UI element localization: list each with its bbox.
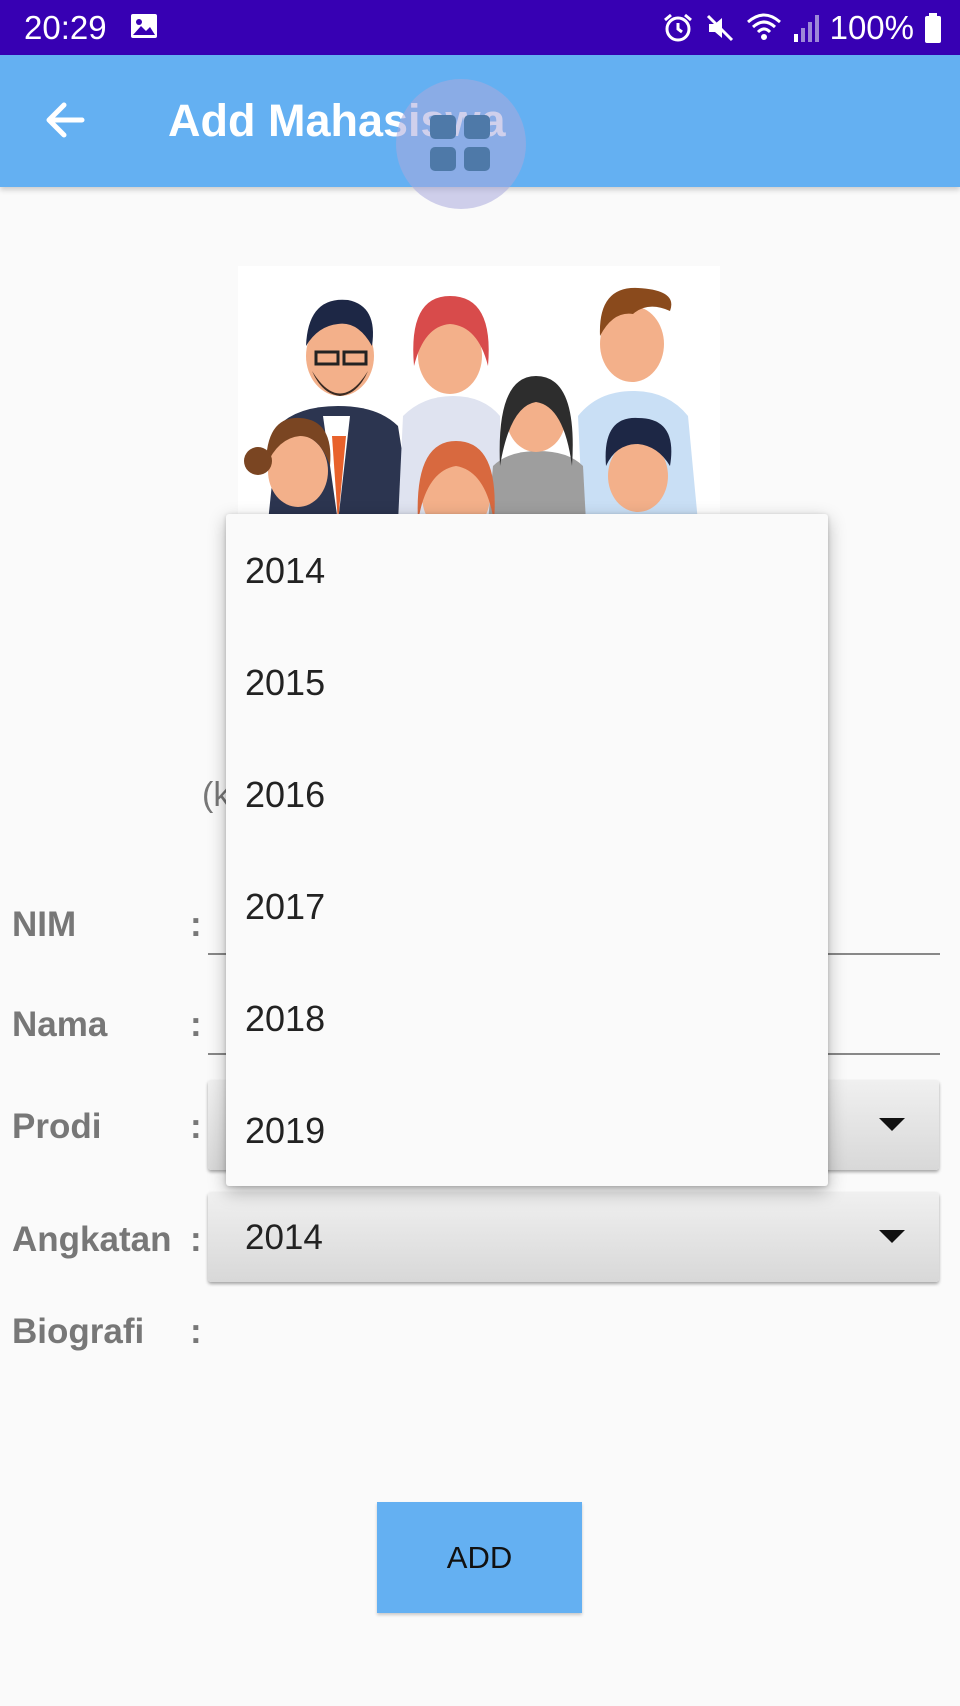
battery-icon [925, 13, 941, 43]
back-arrow-icon[interactable] [38, 93, 92, 147]
status-time: 20:29 [24, 9, 107, 46]
prodi-colon: : [190, 1107, 202, 1146]
nim-label: NIM [12, 905, 77, 944]
angkatan-colon: : [190, 1220, 202, 1259]
alarm-icon [663, 13, 692, 42]
nama-colon: : [190, 1005, 202, 1044]
angkatan-label: Angkatan [12, 1220, 172, 1259]
dropdown-option[interactable]: 2018 [226, 962, 828, 1074]
angkatan-spinner[interactable]: 2014 [208, 1192, 939, 1282]
gallery-icon [131, 14, 157, 38]
mute-icon [706, 14, 733, 42]
app-bar: Add Mahasiswa [0, 55, 960, 209]
status-bar: 20:29 100% [0, 0, 960, 55]
dropdown-option[interactable]: 2015 [226, 626, 828, 738]
wifi-icon [746, 13, 781, 40]
nama-label: Nama [12, 1005, 108, 1044]
prodi-label: Prodi [12, 1107, 102, 1146]
dropdown-option[interactable]: 2016 [226, 738, 828, 850]
nim-colon: : [190, 905, 202, 944]
status-icons: 100% [662, 8, 942, 48]
biografi-label: Biografi [12, 1312, 145, 1351]
angkatan-dropdown-popup: 2014 2015 2016 2017 2018 2019 [226, 514, 828, 1186]
add-button[interactable]: ADD [377, 1502, 582, 1613]
grid-icon [430, 115, 490, 171]
dropdown-arrow-icon [879, 1118, 905, 1131]
dropdown-option[interactable]: 2017 [226, 850, 828, 962]
dropdown-option[interactable]: 2014 [226, 514, 828, 626]
students-illustration [238, 266, 720, 522]
biografi-colon: : [190, 1312, 202, 1351]
floating-assistant-button[interactable] [396, 79, 526, 209]
signal-icon [793, 15, 819, 42]
dropdown-option[interactable]: 2019 [226, 1074, 828, 1186]
dropdown-arrow-icon [879, 1230, 905, 1243]
angkatan-selected-value: 2014 [245, 1218, 323, 1257]
battery-percent: 100% [829, 9, 914, 46]
